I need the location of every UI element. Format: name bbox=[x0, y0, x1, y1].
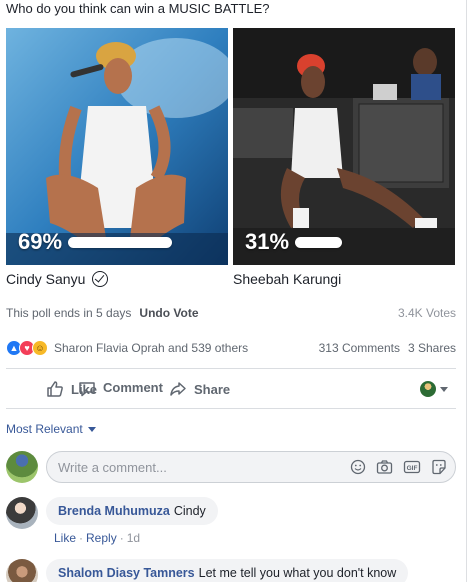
reactions-bar: ▲ ♥ ☺ Sharon Flavia Oprah and 539 others… bbox=[6, 340, 456, 356]
divider bbox=[6, 408, 456, 409]
comment-input[interactable] bbox=[58, 459, 350, 475]
comment-bubble: Brenda Muhumuza Cindy bbox=[46, 497, 218, 525]
separator: · bbox=[79, 531, 84, 545]
avatar[interactable] bbox=[6, 559, 38, 582]
comment-item: Shalom Diasy Tamners Let me tell you what… bbox=[6, 559, 409, 582]
undo-vote-link[interactable]: Undo Vote bbox=[139, 306, 198, 320]
vote-count[interactable]: 3.4K Votes bbox=[398, 306, 456, 320]
profile-avatar bbox=[420, 381, 436, 397]
chevron-down-icon bbox=[440, 386, 448, 392]
share-button[interactable]: Share bbox=[169, 380, 230, 398]
comments-count[interactable]: 313 Comments bbox=[319, 341, 400, 355]
avatar[interactable] bbox=[6, 451, 38, 483]
comment-timestamp[interactable]: 1d bbox=[127, 531, 140, 545]
comment-reply-link[interactable]: Reply bbox=[86, 531, 117, 545]
comment-like-link[interactable]: Like bbox=[54, 531, 76, 545]
shares-count[interactable]: 3 Shares bbox=[408, 341, 456, 355]
speech-bubble-icon bbox=[79, 382, 95, 397]
share-arrow-icon bbox=[170, 382, 186, 396]
comment-actions: Like · Reply · 1d bbox=[54, 531, 140, 545]
divider bbox=[6, 368, 456, 369]
chevron-down-icon bbox=[87, 426, 96, 432]
sticker-icon[interactable] bbox=[431, 459, 447, 475]
comment-author[interactable]: Shalom Diasy Tamners bbox=[58, 566, 195, 580]
comment-author[interactable]: Brenda Muhumuza bbox=[58, 504, 170, 518]
cindy-result: 69% bbox=[18, 229, 173, 255]
comment-bubble: Shalom Diasy Tamners Let me tell you what… bbox=[46, 559, 409, 582]
check-circle-icon bbox=[92, 271, 109, 287]
comment-sort-dropdown[interactable]: Most Relevant bbox=[6, 422, 96, 436]
comment-box[interactable]: GIF bbox=[46, 451, 456, 483]
avatar[interactable] bbox=[6, 497, 38, 529]
comment-button[interactable]: Comment bbox=[78, 380, 163, 398]
sort-label: Most Relevant bbox=[6, 422, 83, 436]
poll-option-label-cindy[interactable]: Cindy Sanyu bbox=[6, 271, 109, 287]
poll-meta: This poll ends in 5 days Undo Vote 3.4K … bbox=[6, 306, 456, 320]
page-edge bbox=[466, 0, 467, 582]
poll-ends-text: This poll ends in 5 days bbox=[6, 306, 132, 320]
sheebah-result-bar bbox=[295, 236, 343, 248]
poll-option-sheebah[interactable]: 31% bbox=[233, 28, 455, 265]
reaction-names[interactable]: Sharon Flavia Oprah and 539 others bbox=[54, 341, 248, 355]
cindy-name: Cindy Sanyu bbox=[6, 271, 86, 287]
comment-text: Let me tell you what you don't know bbox=[198, 566, 397, 580]
poll-question: Who do you think can win a MUSIC BATTLE? bbox=[6, 1, 270, 16]
poll-option-cindy[interactable]: 69% bbox=[6, 28, 228, 265]
thumbs-up-icon bbox=[47, 381, 63, 397]
comment-label: Comment bbox=[103, 380, 163, 395]
svg-text:GIF: GIF bbox=[407, 465, 418, 472]
comment-text: Cindy bbox=[173, 504, 206, 518]
poll-options: 69% 31% bbox=[6, 28, 455, 265]
sheebah-result: 31% bbox=[245, 229, 343, 255]
poll-option-label-sheebah[interactable]: Sheebah Karungi bbox=[233, 271, 341, 287]
separator: · bbox=[119, 531, 124, 545]
comment-item: Brenda Muhumuza Cindy bbox=[6, 497, 218, 529]
comment-composer: GIF bbox=[6, 451, 456, 483]
composer-tools: GIF bbox=[350, 459, 447, 475]
gif-icon[interactable]: GIF bbox=[403, 459, 421, 475]
haha-icon[interactable]: ☺ bbox=[32, 340, 48, 356]
sheebah-name: Sheebah Karungi bbox=[233, 271, 342, 287]
share-label: Share bbox=[194, 381, 231, 397]
cindy-percent: 69% bbox=[18, 229, 63, 254]
sheebah-percent: 31% bbox=[245, 229, 290, 254]
camera-icon[interactable] bbox=[376, 459, 393, 475]
cindy-result-bar bbox=[68, 236, 173, 248]
engagement-counts: 313 Comments 3 Shares bbox=[319, 341, 456, 355]
emoji-icon[interactable] bbox=[350, 459, 366, 475]
post-actions: Like Comment Share bbox=[6, 373, 456, 405]
profile-switcher[interactable] bbox=[420, 381, 448, 397]
